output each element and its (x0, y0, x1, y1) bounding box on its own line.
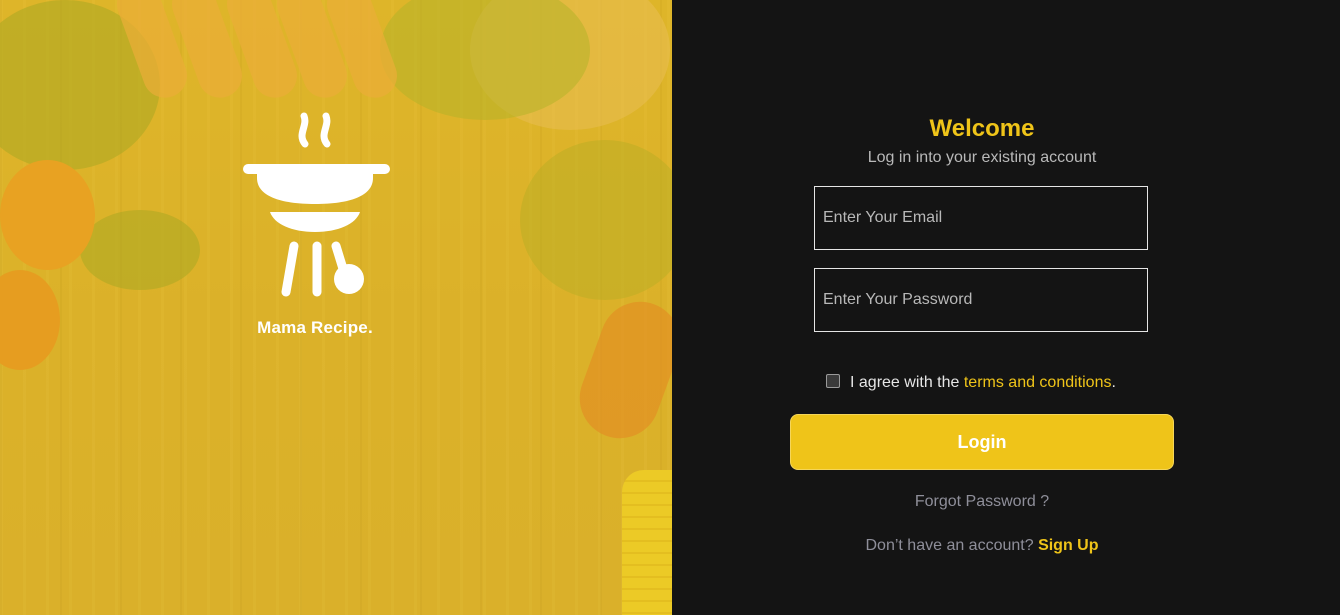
hero-panel: Mama Recipe. (0, 0, 672, 615)
forgot-password-link[interactable]: Forgot Password ? (672, 493, 1292, 511)
email-field[interactable] (814, 186, 1148, 250)
signup-prompt: Don’t have an account? Sign Up (672, 537, 1292, 555)
terms-agreement: I agree with the terms and conditions. (826, 370, 1116, 392)
terms-link[interactable]: terms and conditions (964, 374, 1112, 391)
brand-logo: Mama Recipe. (230, 112, 400, 338)
terms-text: I agree with the terms and conditions. (850, 374, 1116, 392)
login-button[interactable]: Login (790, 414, 1174, 470)
signup-prompt-text: Don’t have an account? (865, 537, 1039, 554)
terms-suffix: . (1111, 374, 1116, 391)
page-title: Welcome (929, 115, 1035, 142)
brand-name: Mama Recipe. (257, 318, 373, 337)
signup-link[interactable]: Sign Up (1038, 537, 1098, 554)
terms-prefix: I agree with the (850, 374, 964, 391)
password-field[interactable] (814, 268, 1148, 332)
page-subtitle: Log in into your existing account (867, 149, 1097, 166)
grill-icon (243, 112, 390, 297)
login-panel: Welcome Log in into your existing accoun… (672, 0, 1340, 615)
terms-checkbox[interactable] (826, 374, 840, 388)
